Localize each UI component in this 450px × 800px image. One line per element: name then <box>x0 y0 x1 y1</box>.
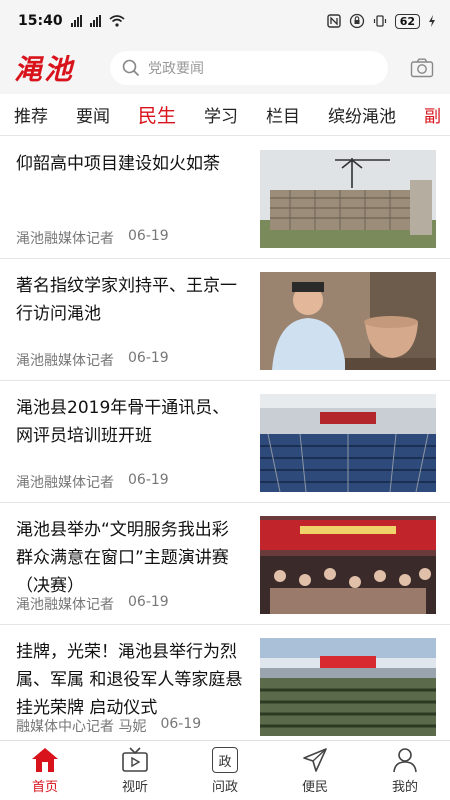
news-list: 仰韶高中项目建设如火如荼 渑池融媒体记者 06-19 著名指纹学家刘持平、王京一… <box>0 137 450 740</box>
news-meta: 渑池融媒体记者 06-19 <box>16 594 169 614</box>
construction-site-image <box>260 150 436 248</box>
news-title[interactable]: 渑池县举办“文明服务我出彩 群众满意在窗口”主题演讲赛（决赛） <box>16 516 246 600</box>
tab-colorful-mianchi[interactable]: 缤纷渑池 <box>328 102 396 127</box>
news-source: 渑池融媒体记者 <box>16 231 114 247</box>
news-title[interactable]: 著名指纹学家刘持平、王京一行访问渑池 <box>16 272 246 328</box>
news-meta: 融媒体中心记者 马妮 06-19 <box>16 716 201 736</box>
wifi-icon <box>109 15 125 27</box>
news-date: 06-19 <box>160 716 202 732</box>
tab-recommend[interactable]: 推荐 <box>14 102 48 127</box>
speech-contest-image <box>260 516 436 614</box>
news-meta: 渑池融媒体记者 06-19 <box>16 472 169 492</box>
news-item[interactable]: 渑池县2019年骨干通讯员、网评员培训班开班 渑池融媒体记者 06-19 <box>0 381 450 503</box>
nav-mine[interactable]: 我的 <box>360 741 450 800</box>
tab-study[interactable]: 学习 <box>204 102 238 127</box>
news-source: 渑池融媒体记者 <box>16 475 114 491</box>
app-logo: 渑池 <box>14 53 75 86</box>
vibrate-icon <box>373 15 386 27</box>
channel-tabs: 推荐 要闻 民生 学习 栏目 缤纷渑池 副 <box>0 94 450 136</box>
news-date: 06-19 <box>128 472 169 488</box>
news-date: 06-19 <box>128 350 169 366</box>
status-left: 15:40 <box>18 13 125 29</box>
lock-rotation-icon <box>349 13 364 29</box>
status-time: 15:40 <box>18 13 63 29</box>
news-item[interactable]: 渑池县举办“文明服务我出彩 群众满意在窗口”主题演讲赛（决赛） 渑池融媒体记者 … <box>0 503 450 625</box>
search-bar[interactable]: 党政要闻 <box>110 51 388 85</box>
nav-inquiry-label: 问政 <box>211 780 238 795</box>
user-icon <box>392 746 418 774</box>
nav-home[interactable]: 首页 <box>0 741 90 800</box>
tv-icon <box>121 746 149 774</box>
news-source: 融媒体中心记者 马妮 <box>16 719 147 735</box>
news-item[interactable]: 仰韶高中项目建设如火如荼 渑池融媒体记者 06-19 <box>0 137 450 259</box>
news-item[interactable]: 著名指纹学家刘持平、王京一行访问渑池 渑池融媒体记者 06-19 <box>0 259 450 381</box>
news-date: 06-19 <box>128 228 169 244</box>
tab-livelihood[interactable]: 民生 <box>138 101 176 128</box>
news-thumbnail[interactable] <box>260 150 436 248</box>
status-bar: 15:40 62 <box>0 0 450 42</box>
battery-level: 62 <box>394 13 420 29</box>
news-meta: 渑池融媒体记者 06-19 <box>16 228 169 248</box>
news-thumbnail[interactable] <box>260 516 436 614</box>
tab-news[interactable]: 要闻 <box>76 102 110 127</box>
news-thumbnail[interactable] <box>260 638 436 736</box>
nav-audio-video[interactable]: 视听 <box>90 741 180 800</box>
nav-audio-video-label: 视听 <box>121 780 148 795</box>
news-title[interactable]: 挂牌，光荣！渑池县举行为烈属、军属 和退役军人等家庭悬挂光荣牌 启动仪式 <box>16 638 246 722</box>
pottery-visit-image <box>260 272 436 370</box>
news-thumbnail[interactable] <box>260 394 436 492</box>
nav-services[interactable]: 便民 <box>270 741 360 800</box>
nav-inquiry[interactable]: 政 问政 <box>180 741 270 800</box>
signal-icon <box>70 15 82 27</box>
zheng-box-text: 政 <box>212 747 238 773</box>
status-right: 62 <box>326 13 436 29</box>
charging-icon <box>429 15 435 27</box>
training-hall-image <box>260 394 436 492</box>
news-source: 渑池融媒体记者 <box>16 597 114 613</box>
news-thumbnail[interactable] <box>260 272 436 370</box>
signal-icon-2 <box>89 15 101 27</box>
news-meta: 渑池融媒体记者 06-19 <box>16 350 169 370</box>
send-icon <box>302 746 328 774</box>
nav-services-label: 便民 <box>301 780 328 795</box>
home-icon <box>31 746 59 774</box>
nav-home-label: 首页 <box>31 780 58 795</box>
tab-partial[interactable]: 副 <box>424 102 441 127</box>
tab-columns[interactable]: 栏目 <box>266 102 300 127</box>
news-date: 06-19 <box>128 594 169 610</box>
news-item[interactable]: 挂牌，光荣！渑池县举行为烈属、军属 和退役军人等家庭悬挂光荣牌 启动仪式 融媒体… <box>0 625 450 740</box>
camera-button[interactable] <box>408 54 436 82</box>
bottom-nav: 首页 视听 政 问政 便民 我的 <box>0 740 450 800</box>
news-title[interactable]: 渑池县2019年骨干通讯员、网评员培训班开班 <box>16 394 246 450</box>
zheng-box-icon: 政 <box>212 746 238 774</box>
camera-icon <box>410 58 434 78</box>
app-header: 渑池 党政要闻 <box>0 42 450 94</box>
nav-mine-label: 我的 <box>391 780 418 795</box>
nfc-icon <box>326 14 341 28</box>
news-title[interactable]: 仰韶高中项目建设如火如荼 <box>16 150 246 178</box>
search-icon <box>122 59 140 77</box>
search-placeholder: 党政要闻 <box>148 61 204 77</box>
news-source: 渑池融媒体记者 <box>16 353 114 369</box>
ceremony-image <box>260 638 436 736</box>
